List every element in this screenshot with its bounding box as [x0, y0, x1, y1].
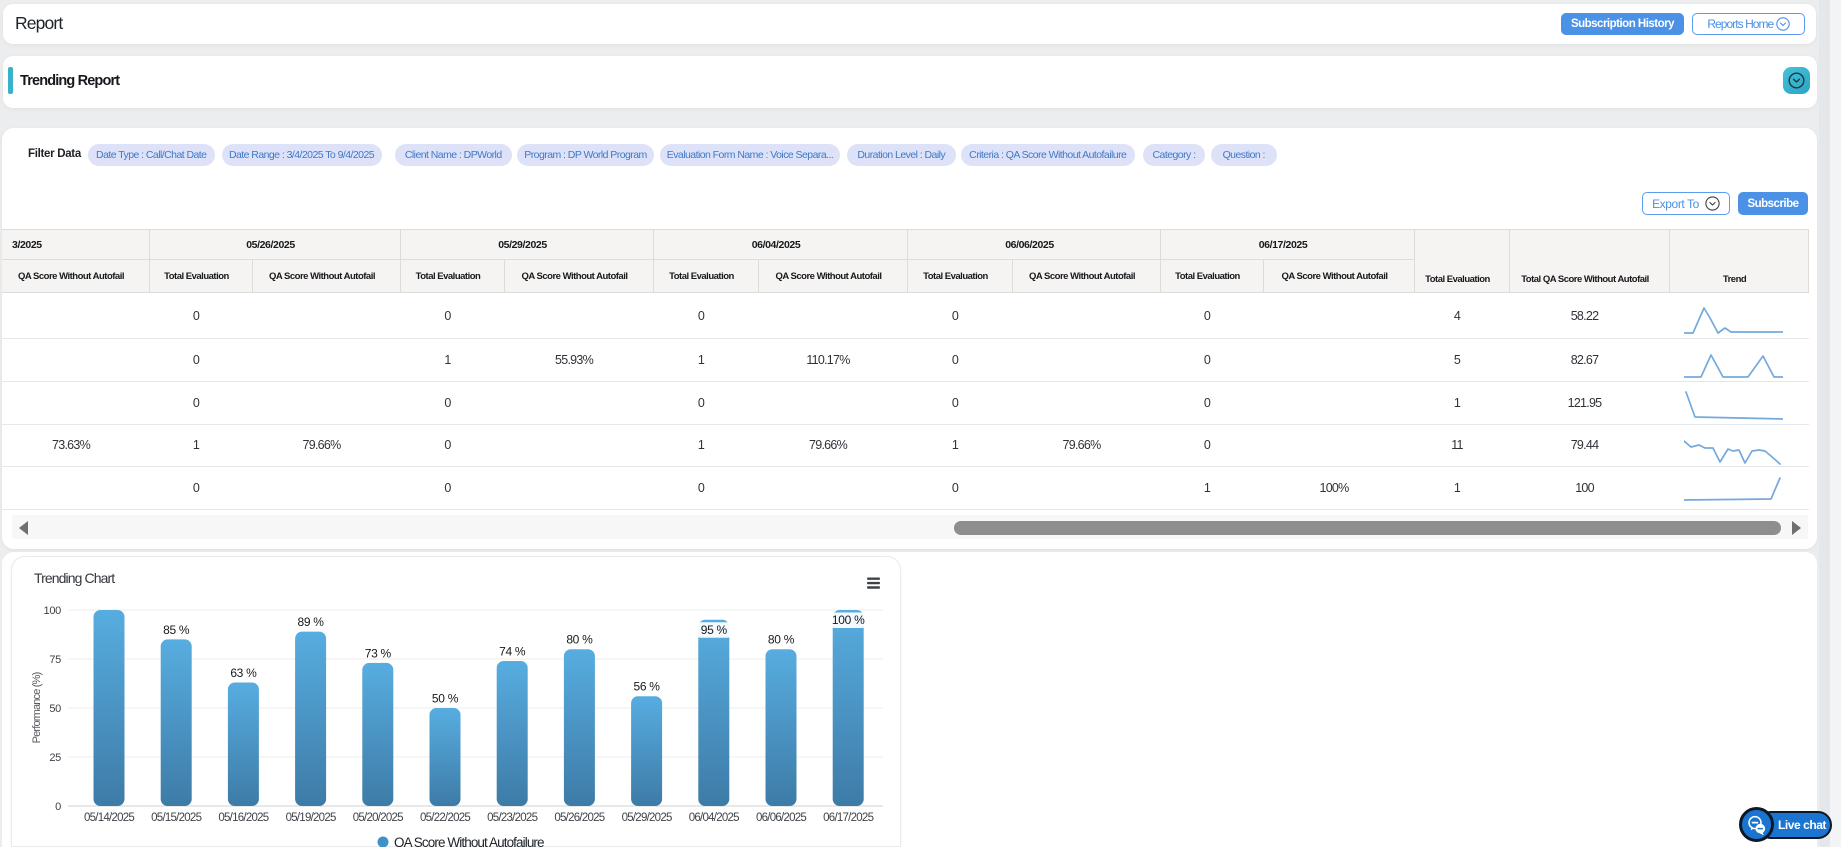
svg-text:QA Score Without Autofailure: QA Score Without Autofailure	[394, 835, 544, 847]
svg-text:50 %: 50 %	[432, 692, 459, 706]
svg-text:100: 100	[44, 605, 62, 617]
svg-text:100 %: 100 %	[832, 613, 865, 627]
svg-text:06/04/2025: 06/04/2025	[689, 812, 739, 824]
svg-text:05/23/2025: 05/23/2025	[487, 812, 537, 824]
svg-text:05/19/2025: 05/19/2025	[286, 812, 336, 824]
svg-text:Performance (%): Performance (%)	[31, 672, 43, 743]
svg-text:05/15/2025: 05/15/2025	[151, 812, 201, 824]
svg-text:63 %: 63 %	[230, 666, 257, 680]
svg-text:74 %: 74 %	[499, 645, 526, 659]
svg-text:50: 50	[49, 703, 61, 715]
svg-text:95 %: 95 %	[701, 623, 728, 637]
svg-text:89 %: 89 %	[298, 615, 325, 629]
svg-text:73 %: 73 %	[365, 646, 392, 660]
svg-text:05/14/2025: 05/14/2025	[84, 812, 134, 824]
svg-text:06/17/2025: 06/17/2025	[823, 812, 873, 824]
svg-text:80 %: 80 %	[768, 633, 795, 647]
svg-text:25: 25	[49, 752, 61, 764]
svg-text:75: 75	[49, 654, 61, 666]
svg-text:56 %: 56 %	[634, 680, 661, 694]
svg-text:05/29/2025: 05/29/2025	[622, 812, 672, 824]
svg-text:85 %: 85 %	[163, 623, 190, 637]
svg-text:05/20/2025: 05/20/2025	[353, 812, 403, 824]
svg-text:Trending Chart: Trending Chart	[34, 570, 115, 586]
svg-text:06/06/2025: 06/06/2025	[756, 812, 806, 824]
svg-text:05/16/2025: 05/16/2025	[218, 812, 268, 824]
svg-text:05/22/2025: 05/22/2025	[420, 812, 470, 824]
svg-text:80 %: 80 %	[566, 633, 593, 647]
svg-text:05/26/2025: 05/26/2025	[554, 812, 604, 824]
svg-text:0: 0	[55, 801, 61, 813]
